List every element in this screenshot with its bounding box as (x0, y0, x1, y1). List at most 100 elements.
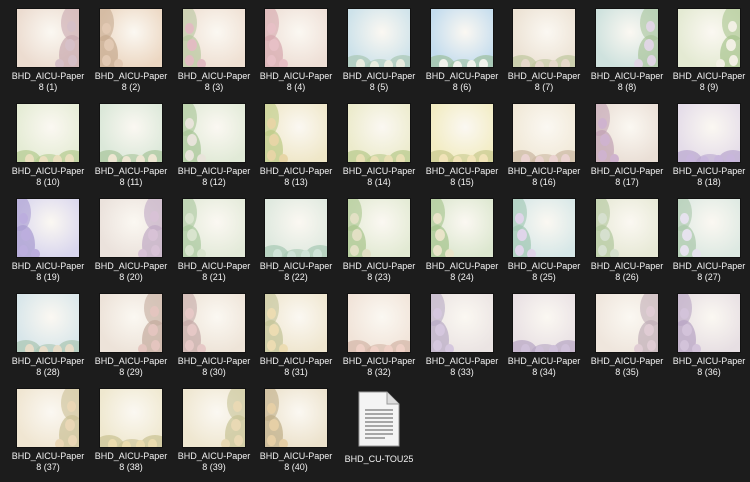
file-item[interactable]: BHD_AICU-Paper 8 (29) (91, 288, 171, 378)
file-name: BHD_AICU-Paper 8 (22) (259, 261, 333, 282)
thumbnail-shape (151, 245, 160, 256)
thumbnail-shape (445, 249, 454, 257)
thumbnail-shape (479, 59, 488, 67)
image-thumbnail (17, 199, 79, 257)
file-item[interactable]: BHD_AICU-Paper 8 (36) (669, 288, 749, 378)
file-name: BHD_AICU-Paper 8 (27) (672, 261, 746, 282)
file-item[interactable]: BHD_AICU-Paper 8 (27) (669, 193, 749, 283)
file-item-document[interactable]: BHD_CU-TOU25 (339, 383, 419, 473)
file-item[interactable]: BHD_AICU-Paper 8 (24) (422, 193, 502, 283)
thumbnail-shape (435, 229, 445, 241)
thumbnail-shape (535, 156, 544, 162)
file-item[interactable]: BHD_AICU-Paper 8 (4) (256, 3, 336, 93)
file-item[interactable]: BHD_AICU-Paper 8 (28) (8, 288, 88, 378)
image-thumbnail (265, 389, 327, 447)
file-item[interactable]: BHD_AICU-Paper 8 (14) (339, 98, 419, 188)
file-name: BHD_AICU-Paper 8 (21) (177, 261, 251, 282)
thumbnail-shape (279, 59, 288, 67)
thumbnail-shape (185, 340, 194, 351)
file-item[interactable]: BHD_AICU-Paper 8 (26) (587, 193, 667, 283)
thumbnail-shape (21, 229, 31, 241)
file-item[interactable]: BHD_AICU-Paper 8 (31) (256, 288, 336, 378)
thumbnail-shape (68, 55, 77, 66)
file-item[interactable]: BHD_AICU-Paper 8 (30) (174, 288, 254, 378)
file-item[interactable]: BHD_AICU-Paper 8 (37) (8, 383, 88, 473)
thumbnail-shape (65, 39, 75, 51)
file-name: BHD_AICU-Paper 8 (12) (177, 166, 251, 187)
file-item[interactable]: BHD_AICU-Paper 8 (39) (174, 383, 254, 473)
file-item[interactable]: BHD_AICU-Paper 8 (6) (422, 3, 502, 93)
file-item[interactable]: BHD_AICU-Paper 8 (25) (504, 193, 584, 283)
file-item[interactable]: BHD_AICU-Paper 8 (17) (587, 98, 667, 188)
thumbnail-shape (108, 154, 117, 162)
file-item[interactable]: BHD_AICU-Paper 8 (9) (669, 3, 749, 93)
thumbnail-shape (433, 308, 442, 319)
thumbnail-shape (646, 21, 655, 32)
image-thumbnail (513, 104, 575, 162)
file-item[interactable]: BHD_AICU-Paper 8 (15) (422, 98, 502, 188)
image-thumbnail (596, 294, 658, 352)
file-item[interactable]: BHD_AICU-Paper 8 (22) (256, 193, 336, 283)
file-item[interactable]: BHD_AICU-Paper 8 (38) (91, 383, 171, 473)
file-name: BHD_AICU-Paper 8 (39) (177, 451, 251, 472)
thumbnail-shape (396, 154, 405, 162)
file-name: BHD_AICU-Paper 8 (31) (259, 356, 333, 377)
thumbnail-shape (521, 344, 530, 352)
image-thumbnail (100, 389, 162, 447)
file-item[interactable]: BHD_AICU-Paper 8 (2) (91, 3, 171, 93)
file-item[interactable]: BHD_AICU-Paper 8 (16) (504, 98, 584, 188)
file-name: BHD_AICU-Paper 8 (4) (259, 71, 333, 92)
file-item[interactable]: BHD_AICU-Paper 8 (5) (339, 3, 419, 93)
thumbnail-shape (692, 344, 701, 352)
file-name: BHD_AICU-Paper 8 (26) (590, 261, 664, 282)
thumbnail-shape (370, 61, 379, 67)
file-item[interactable]: BHD_AICU-Paper 8 (7) (504, 3, 584, 93)
thumbnail-shape (150, 306, 159, 317)
file-item[interactable]: BHD_AICU-Paper 8 (13) (256, 98, 336, 188)
thumbnail-shape (549, 60, 558, 67)
thumbnail-shape (150, 211, 159, 222)
thumbnail-shape (301, 250, 310, 257)
file-item[interactable]: BHD_AICU-Paper 8 (23) (339, 193, 419, 283)
file-item[interactable]: BHD_AICU-Paper 8 (35) (587, 288, 667, 378)
file-item[interactable]: BHD_AICU-Paper 8 (32) (339, 288, 419, 378)
file-item[interactable]: BHD_AICU-Paper 8 (33) (422, 288, 502, 378)
file-item[interactable]: BHD_AICU-Paper 8 (10) (8, 98, 88, 188)
file-name: BHD_AICU-Paper 8 (36) (672, 356, 746, 377)
thumbnail-shape (102, 55, 111, 66)
file-item[interactable]: BHD_AICU-Paper 8 (20) (91, 193, 171, 283)
thumbnail-shape (269, 134, 279, 146)
thumbnail-shape (267, 340, 276, 351)
file-item[interactable]: BHD_AICU-Paper 8 (19) (8, 193, 88, 283)
file-name: BHD_AICU-Paper 8 (16) (507, 166, 581, 187)
thumbnail-shape (148, 439, 157, 447)
thumbnail-shape (185, 150, 194, 161)
file-item[interactable]: BHD_AICU-Paper 8 (12) (174, 98, 254, 188)
thumbnail-shape (384, 155, 393, 162)
file-item[interactable]: BHD_AICU-Paper 8 (21) (174, 193, 254, 283)
thumbnail-shape (279, 439, 288, 447)
thumbnail-shape (467, 155, 476, 162)
file-name: BHD_AICU-Paper 8 (33) (425, 356, 499, 377)
image-thumbnail (183, 294, 245, 352)
thumbnail-shape (726, 39, 736, 51)
thumbnail-shape (68, 435, 77, 446)
file-item[interactable]: BHD_AICU-Paper 8 (1) (8, 3, 88, 93)
file-item[interactable]: BHD_AICU-Paper 8 (11) (91, 98, 171, 188)
file-name: BHD_AICU-Paper 8 (28) (11, 356, 85, 377)
thumbnail-shape (350, 213, 359, 224)
file-item[interactable]: BHD_AICU-Paper 8 (18) (669, 98, 749, 188)
file-name: BHD_AICU-Paper 8 (5) (342, 71, 416, 92)
thumbnail-shape (700, 156, 709, 162)
file-name: BHD_AICU-Paper 8 (11) (94, 166, 168, 187)
image-thumbnail (17, 389, 79, 447)
thumbnail-shape (25, 344, 34, 352)
file-item[interactable]: BHD_AICU-Paper 8 (8) (587, 3, 667, 93)
file-item[interactable]: BHD_AICU-Paper 8 (3) (174, 3, 254, 93)
image-thumbnail (265, 104, 327, 162)
file-item[interactable]: BHD_AICU-Paper 8 (40) (256, 383, 336, 473)
image-thumbnail (596, 9, 658, 67)
image-thumbnail (431, 104, 493, 162)
file-item[interactable]: BHD_AICU-Paper 8 (34) (504, 288, 584, 378)
thumbnail-shape (197, 249, 206, 257)
